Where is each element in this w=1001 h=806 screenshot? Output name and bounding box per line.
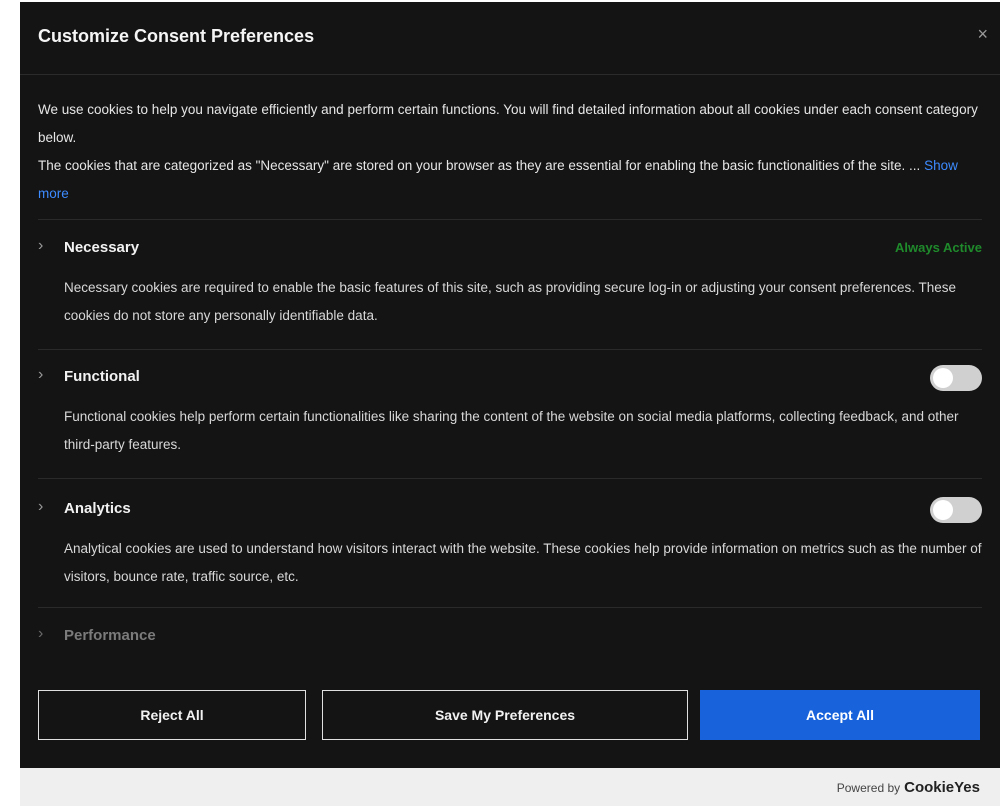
toggle-knob [933, 500, 953, 520]
reject-all-button[interactable]: Reject All [38, 690, 306, 740]
always-active-label: Always Active [895, 240, 982, 255]
chevron-right-icon: › [38, 366, 44, 383]
modal-footer: Powered by CookieYes [20, 768, 1000, 806]
intro-line-2-text: The cookies that are categorized as "Nec… [38, 158, 921, 173]
consent-modal: Customize Consent Preferences × We use c… [20, 2, 1000, 806]
divider [38, 478, 982, 479]
category-header-analytics[interactable]: › Analytics [38, 495, 982, 523]
category-necessary: › Necessary Always Active Necessary cook… [38, 234, 982, 330]
category-title: Analytics [64, 500, 131, 517]
divider [38, 607, 982, 608]
category-description: Analytical cookies are used to understan… [64, 541, 982, 584]
divider [38, 219, 982, 220]
category-header-necessary[interactable]: › Necessary Always Active [38, 234, 982, 262]
divider [38, 349, 982, 350]
modal-header: Customize Consent Preferences × [20, 2, 1000, 75]
intro-line-2: The cookies that are categorized as "Nec… [38, 152, 982, 208]
category-header-functional[interactable]: › Functional [38, 363, 982, 391]
functional-toggle[interactable] [930, 365, 982, 391]
intro-text: We use cookies to help you navigate effi… [38, 96, 982, 208]
chevron-right-icon: › [38, 237, 44, 254]
category-header-performance[interactable]: › Performance [38, 622, 982, 650]
powered-by-label: Powered by [836, 781, 901, 795]
accept-all-button[interactable]: Accept All [700, 690, 980, 740]
category-performance: › Performance [38, 622, 982, 650]
chevron-right-icon: › [38, 498, 44, 515]
powered-by[interactable]: Powered by CookieYes [837, 779, 980, 796]
intro-line-1: We use cookies to help you navigate effi… [38, 102, 978, 145]
category-title: Functional [64, 368, 140, 385]
modal-title: Customize Consent Preferences [38, 26, 315, 46]
category-analytics: › Analytics Analytical cookies are used … [38, 495, 982, 591]
toggle-knob [933, 368, 953, 388]
close-icon[interactable]: × [977, 24, 988, 45]
cookieyes-logo: CookieYes [904, 779, 980, 796]
category-title: Necessary [64, 239, 140, 256]
category-title: Performance [64, 627, 156, 644]
category-functional: › Functional Functional cookies help per… [38, 363, 982, 459]
analytics-toggle[interactable] [930, 497, 982, 523]
save-preferences-button[interactable]: Save My Preferences [322, 690, 688, 740]
category-description: Functional cookies help perform certain … [64, 409, 959, 452]
category-description: Necessary cookies are required to enable… [64, 280, 956, 323]
chevron-right-icon: › [38, 625, 44, 642]
